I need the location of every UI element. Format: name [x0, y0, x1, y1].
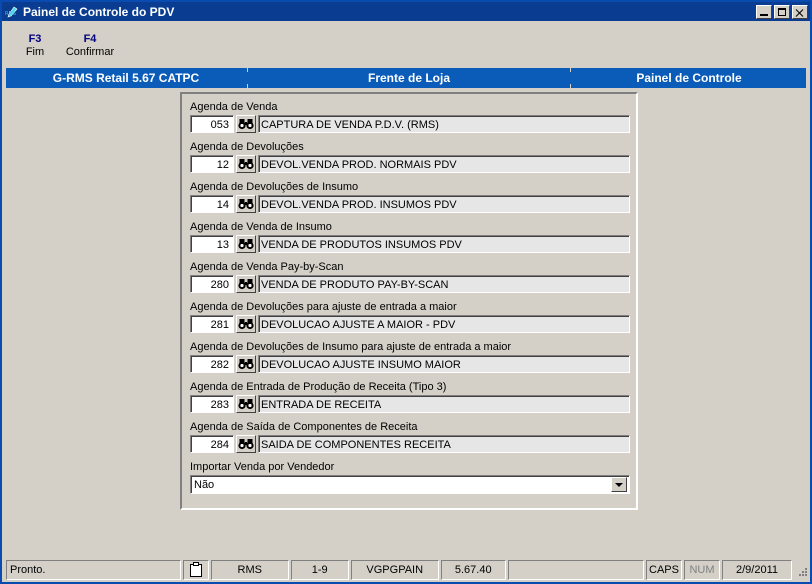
field-agenda-de-devolucoes-de-insumo-label: Agenda de Devoluções de Insumo: [190, 181, 359, 193]
field-agenda-de-devolucoes-description-input[interactable]: [258, 155, 630, 173]
status-blank-cell: [507, 559, 644, 580]
binoculars-icon[interactable]: [236, 355, 256, 373]
status-date: 2/9/2011: [735, 563, 778, 576]
clipboard-icon: [189, 562, 202, 577]
field-agenda-de-venda-de-insumo-code-input[interactable]: [190, 235, 234, 253]
function-key-f3-key: F3: [28, 33, 42, 45]
window-title: Painel de Controle do PDV: [23, 4, 175, 19]
function-key-bar: F3 Fim F4 Confirmar: [2, 21, 810, 68]
chevron-down-glyph: [615, 482, 623, 487]
status-program: VGPGPAIN: [366, 563, 424, 576]
maximize-icon[interactable]: [774, 4, 790, 19]
status-caps: CAPS: [649, 563, 679, 576]
client-area: Agenda de Venda 053 CAPTURA DE VENDA P.D…: [2, 90, 810, 556]
binoculars-icon[interactable]: [236, 435, 256, 453]
field-agenda-devolucoes-ajuste-entrada-maior-description-input[interactable]: [258, 315, 630, 333]
form-panel-inner: Agenda de Venda 053 CAPTURA DE VENDA P.D…: [181, 93, 637, 509]
field-agenda-saida-componentes-receita-code-input[interactable]: [190, 435, 234, 453]
status-version-cell: 5.67.40: [440, 559, 506, 580]
status-bar: Pronto. RMS 1-9 VGPGPAIN 5.67.40 CAPS NU…: [2, 556, 810, 582]
binoculars-icon[interactable]: [236, 195, 256, 213]
form-panel: Agenda de Venda 053 CAPTURA DE VENDA P.D…: [180, 92, 638, 510]
field-agenda-de-venda-pay-by-scan-description-input[interactable]: [258, 275, 630, 293]
status-num: NUM: [689, 563, 715, 576]
status-clipboard-cell[interactable]: [182, 559, 209, 580]
field-agenda-de-venda: Agenda de Venda: [190, 100, 630, 133]
field-agenda-de-devolucoes-de-insumo-code-input[interactable]: [190, 195, 234, 213]
field-agenda-de-venda-code-input[interactable]: [190, 115, 234, 133]
field-agenda-de-venda-pay-by-scan-label: Agenda de Venda Pay-by-Scan: [190, 261, 344, 273]
minimize-icon[interactable]: [756, 4, 772, 19]
status-caps-cell: CAPS: [646, 559, 682, 580]
field-agenda-de-venda-de-insumo-label: Agenda de Venda de Insumo: [190, 221, 332, 233]
status-system: RMS: [237, 563, 262, 576]
status-position: 1-9: [311, 563, 328, 576]
field-agenda-devolucoes-insumo-ajuste-entrada-maior-code-input[interactable]: [190, 355, 234, 373]
tab-grms-retail[interactable]: G-RMS Retail 5.67 CATPC: [6, 68, 246, 88]
field-agenda-devolucoes-ajuste-entrada-maior-code-input[interactable]: [190, 315, 234, 333]
field-agenda-devolucoes-insumo-ajuste-entrada-maior-label: Agenda de Devoluções de Insumo para ajus…: [190, 341, 512, 353]
field-agenda-devolucoes-ajuste-entrada-maior: Agenda de Devoluções para ajuste de entr…: [190, 300, 630, 333]
field-importar-venda-por-vendedor: Importar Venda por Vendedor Não: [190, 460, 630, 494]
binoculars-icon[interactable]: [236, 315, 256, 333]
resize-grip-icon[interactable]: [794, 563, 808, 577]
importar-venda-por-vendedor-select[interactable]: Não: [190, 475, 630, 494]
chevron-down-icon[interactable]: [611, 477, 627, 492]
svg-text:RMS: RMS: [5, 11, 16, 17]
status-version: 5.67.40: [454, 563, 492, 576]
field-agenda-de-venda-pay-by-scan: Agenda de Venda Pay-by-Scan: [190, 260, 630, 293]
field-agenda-de-devolucoes: Agenda de Devoluções: [190, 140, 630, 173]
field-agenda-de-devolucoes-code-input[interactable]: [190, 155, 234, 173]
status-position-cell: 1-9: [290, 559, 349, 580]
function-key-f3-label: Fim: [25, 46, 45, 58]
binoculars-icon[interactable]: [236, 395, 256, 413]
field-agenda-de-devolucoes-de-insumo: Agenda de Devoluções de Insumo: [190, 180, 630, 213]
field-agenda-saida-componentes-receita-label: Agenda de Saída de Componentes de Receit…: [190, 421, 418, 433]
field-agenda-entrada-producao-receita-description-input[interactable]: [258, 395, 630, 413]
binoculars-icon[interactable]: [236, 115, 256, 133]
field-agenda-de-venda-description-input[interactable]: [258, 115, 630, 133]
function-key-f4-label: Confirmar: [65, 46, 115, 58]
field-agenda-entrada-producao-receita-code-input[interactable]: [190, 395, 234, 413]
status-date-cell: 2/9/2011: [722, 559, 792, 580]
tab-grms-retail-label: G-RMS Retail 5.67 CATPC: [52, 71, 200, 85]
field-agenda-devolucoes-ajuste-entrada-maior-label: Agenda de Devoluções para ajuste de entr…: [190, 301, 457, 313]
tab-frente-de-loja-label: Frente de Loja: [367, 71, 450, 85]
field-agenda-de-venda-de-insumo-description-input[interactable]: [258, 235, 630, 253]
window-controls: [756, 4, 808, 19]
application-window: RMS Painel de Controle do PDV F3 Fim F4 …: [0, 0, 812, 584]
field-agenda-saida-componentes-receita: Agenda de Saída de Componentes de Receit…: [190, 420, 630, 453]
field-agenda-de-venda-pay-by-scan-code-input[interactable]: [190, 275, 234, 293]
tab-painel-de-controle[interactable]: Painel de Controle: [572, 68, 806, 88]
binoculars-icon[interactable]: [236, 235, 256, 253]
field-agenda-de-devolucoes-label: Agenda de Devoluções: [190, 141, 304, 153]
module-tab-strip: G-RMS Retail 5.67 CATPC Frente de Loja P…: [2, 68, 810, 90]
status-num-cell: NUM: [684, 559, 720, 580]
function-key-f4[interactable]: F4 Confirmar: [60, 33, 120, 59]
function-key-f3[interactable]: F3 Fim: [18, 33, 52, 59]
title-bar[interactable]: RMS Painel de Controle do PDV: [2, 2, 810, 21]
binoculars-icon[interactable]: [236, 155, 256, 173]
close-icon[interactable]: [792, 4, 808, 19]
status-message: Pronto.: [10, 563, 46, 576]
field-agenda-de-venda-label: Agenda de Venda: [190, 101, 278, 113]
tab-painel-de-controle-label: Painel de Controle: [636, 71, 742, 85]
function-key-f4-key: F4: [83, 33, 97, 45]
field-importar-venda-por-vendedor-label: Importar Venda por Vendedor: [190, 461, 335, 473]
status-program-cell: VGPGPAIN: [350, 559, 439, 580]
field-agenda-de-venda-de-insumo: Agenda de Venda de Insumo: [190, 220, 630, 253]
field-agenda-saida-componentes-receita-description-input[interactable]: [258, 435, 630, 453]
importar-venda-por-vendedor-value: Não: [194, 478, 215, 491]
rms-app-icon: RMS: [5, 4, 19, 19]
status-system-cell: RMS: [210, 559, 289, 580]
binoculars-icon[interactable]: [236, 275, 256, 293]
status-message-cell: Pronto.: [6, 559, 181, 580]
field-agenda-entrada-producao-receita-label: Agenda de Entrada de Produção de Receita…: [190, 381, 447, 393]
field-agenda-entrada-producao-receita: Agenda de Entrada de Produção de Receita…: [190, 380, 630, 413]
field-agenda-devolucoes-insumo-ajuste-entrada-maior-description-input[interactable]: [258, 355, 630, 373]
field-agenda-devolucoes-insumo-ajuste-entrada-maior: Agenda de Devoluções de Insumo para ajus…: [190, 340, 630, 373]
tab-frente-de-loja[interactable]: Frente de Loja: [249, 68, 569, 88]
field-agenda-de-devolucoes-de-insumo-description-input[interactable]: [258, 195, 630, 213]
